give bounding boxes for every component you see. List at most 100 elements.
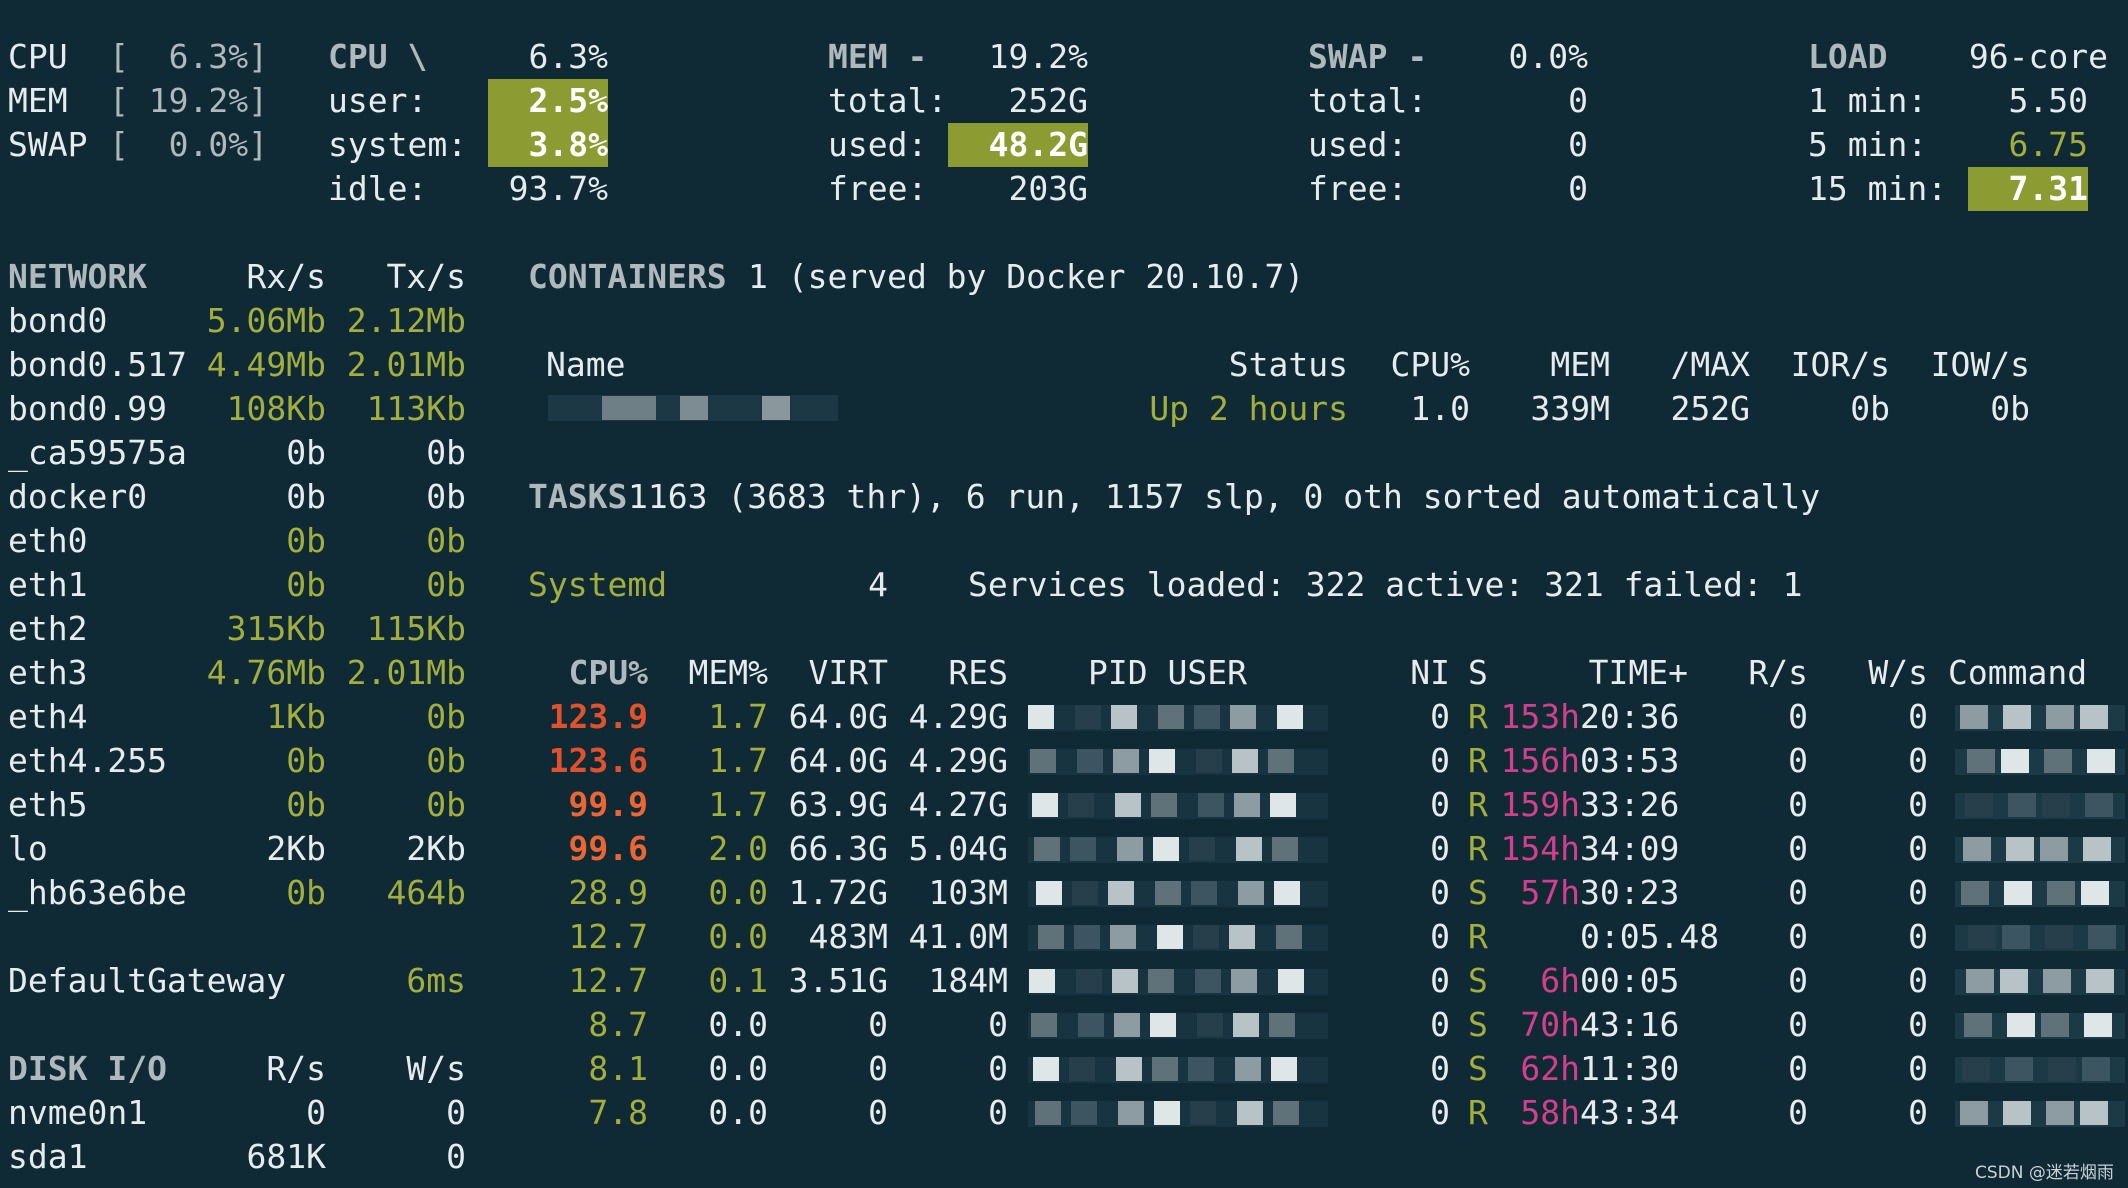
process-mem: 1.7 bbox=[708, 697, 768, 736]
network-interface-name: _hb63e6be bbox=[8, 873, 187, 912]
container-name-redacted bbox=[602, 396, 656, 420]
process-time: 33:26 bbox=[1580, 785, 1680, 824]
process-cpu: 123.9 bbox=[548, 697, 648, 736]
network-rx-value: 4.49Mb bbox=[206, 345, 326, 384]
network-rx-header: Rx/s bbox=[246, 257, 326, 296]
network-tx-value: 0b bbox=[426, 521, 466, 560]
redacted-block bbox=[1035, 1101, 1061, 1125]
redacted-block bbox=[1152, 1057, 1178, 1081]
process-write-rate: 0 bbox=[1908, 1005, 1928, 1044]
swap-percent: 0.0% bbox=[1508, 37, 1588, 76]
redacted-block bbox=[2086, 969, 2114, 993]
process-write-rate: 0 bbox=[1908, 697, 1928, 736]
redacted-block bbox=[1151, 793, 1177, 817]
gateway-label: DefaultGateway bbox=[8, 961, 287, 1000]
redacted-block bbox=[1029, 969, 1055, 993]
redacted-block bbox=[1074, 925, 1100, 949]
disk-write-value: 0 bbox=[446, 1137, 466, 1176]
process-time-hours: 58h bbox=[1520, 1093, 1580, 1132]
process-res: 0 bbox=[988, 1005, 1008, 1044]
swap-used-label: used: bbox=[1308, 125, 1408, 164]
process-cpu: 123.6 bbox=[548, 741, 648, 780]
containers-header-name: Name bbox=[546, 345, 626, 384]
process-virt: 1.72G bbox=[788, 873, 888, 912]
redacted-block bbox=[1158, 705, 1184, 729]
summary-cpu-bar: [ 6.3%] bbox=[109, 37, 268, 76]
process-ni: 0 bbox=[1430, 1049, 1450, 1088]
containers-header-status: Status bbox=[1228, 345, 1348, 384]
process-read-rate: 0 bbox=[1788, 1005, 1808, 1044]
redacted-block bbox=[1193, 925, 1219, 949]
process-write-rate: 0 bbox=[1908, 1049, 1928, 1088]
process-read-rate: 0 bbox=[1788, 741, 1808, 780]
redacted-block bbox=[1072, 881, 1098, 905]
process-state: R bbox=[1468, 829, 1488, 868]
redacted-block bbox=[2005, 1057, 2033, 1081]
disk-write-value: 0 bbox=[446, 1093, 466, 1132]
process-header-ni: NI bbox=[1410, 653, 1450, 692]
process-res: 5.04G bbox=[908, 829, 1008, 868]
network-rx-value: 0b bbox=[286, 565, 326, 604]
redacted-block bbox=[1962, 1057, 1990, 1081]
container-status: Up 2 hours bbox=[1149, 389, 1348, 428]
load-5min-value: 6.75 bbox=[2008, 125, 2088, 164]
process-state: R bbox=[1468, 785, 1488, 824]
redacted-block bbox=[1069, 1057, 1095, 1081]
network-interface-name: _ca59575a bbox=[8, 433, 187, 472]
process-res: 4.27G bbox=[908, 785, 1008, 824]
redacted-block bbox=[1967, 749, 1995, 773]
process-virt: 3.51G bbox=[788, 961, 888, 1000]
redacted-block bbox=[1230, 705, 1256, 729]
process-header-virt: VIRT bbox=[808, 653, 888, 692]
process-cpu: 12.7 bbox=[568, 917, 648, 956]
process-read-rate: 0 bbox=[1788, 961, 1808, 1000]
process-res: 0 bbox=[988, 1093, 1008, 1132]
redacted-block bbox=[1070, 837, 1096, 861]
mem-total-value: 252G bbox=[1008, 81, 1088, 120]
process-header-command: Command bbox=[1948, 653, 2088, 692]
redacted-block bbox=[1964, 1013, 1992, 1037]
mem-title: MEM - bbox=[828, 37, 928, 76]
container-cpu: 1.0 bbox=[1410, 389, 1470, 428]
process-read-rate: 0 bbox=[1788, 697, 1808, 736]
process-virt: 0 bbox=[868, 1005, 888, 1044]
network-rx-value: 108Kb bbox=[226, 389, 326, 428]
redacted-block bbox=[1197, 1013, 1223, 1037]
network-tx-value: 0b bbox=[426, 697, 466, 736]
redacted-block bbox=[1271, 1057, 1297, 1081]
redacted-block bbox=[1237, 1101, 1263, 1125]
tasks-title: TASKS bbox=[528, 477, 628, 516]
process-mem: 0.0 bbox=[708, 1049, 768, 1088]
redacted-block bbox=[1108, 881, 1134, 905]
mem-percent: 19.2% bbox=[988, 37, 1088, 76]
process-read-rate: 0 bbox=[1788, 873, 1808, 912]
redacted-block bbox=[1068, 793, 1094, 817]
redacted-block bbox=[2002, 925, 2030, 949]
process-write-rate: 0 bbox=[1908, 873, 1928, 912]
process-virt: 64.0G bbox=[788, 741, 888, 780]
redacted-block bbox=[2041, 1013, 2069, 1037]
network-tx-value: 0b bbox=[426, 433, 466, 472]
redacted-block bbox=[1188, 1057, 1214, 1081]
redacted-block bbox=[2087, 749, 2115, 773]
redacted-block bbox=[1150, 1013, 1176, 1037]
redacted-block bbox=[1269, 1013, 1295, 1037]
process-time-hours: 156h bbox=[1500, 741, 1580, 780]
process-res: 4.29G bbox=[908, 697, 1008, 736]
process-ni: 0 bbox=[1430, 785, 1450, 824]
redacted-block bbox=[1071, 1101, 1097, 1125]
process-virt: 0 bbox=[868, 1093, 888, 1132]
redacted-block bbox=[1036, 881, 1062, 905]
process-time-hours: 159h bbox=[1500, 785, 1580, 824]
redacted-block bbox=[1272, 837, 1298, 861]
redacted-block bbox=[1149, 749, 1175, 773]
process-ni: 0 bbox=[1430, 829, 1450, 868]
process-time-hours: 70h bbox=[1520, 1005, 1580, 1044]
cpu-idle-label: idle: bbox=[328, 169, 428, 208]
process-write-rate: 0 bbox=[1908, 741, 1928, 780]
network-tx-value: 2.12Mb bbox=[346, 301, 466, 340]
redacted-block bbox=[2008, 793, 2036, 817]
redacted-block bbox=[1078, 1013, 1104, 1037]
load-1min-value: 5.50 bbox=[2008, 81, 2088, 120]
redacted-block bbox=[1274, 881, 1300, 905]
